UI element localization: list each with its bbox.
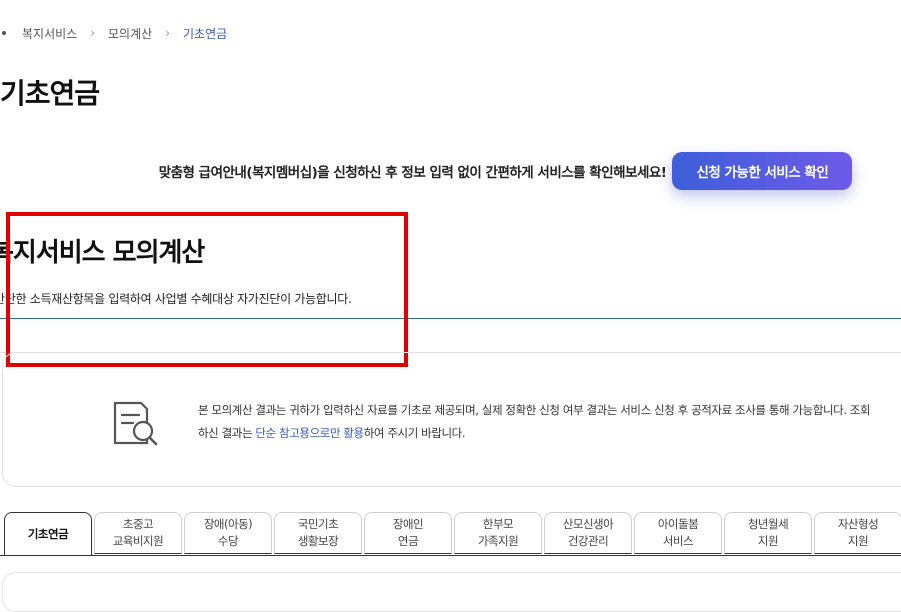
tab-sublabel: 연금 — [397, 534, 419, 548]
tabs-baseline — [0, 555, 901, 556]
membership-banner: 맞춤형 급여안내(복지멤버십)을 신청하신 후 정보 입력 없이 간편하게 서비… — [0, 150, 901, 192]
notice-line-2-suffix: 하여 주시기 바랍니다. — [363, 426, 466, 440]
service-tabs: 기초연금 초중고 교육비지원 장애(아동) 수당 국민기초 생활보장 장애인 연… — [4, 512, 901, 556]
breadcrumb-item-simulation[interactable]: 모의계산 — [108, 25, 152, 42]
tab-disability-pension[interactable]: 장애인 연금 — [364, 512, 452, 554]
tab-label: 국민기초 — [297, 517, 339, 531]
tab-youth-rent[interactable]: 청년월세 지원 — [724, 512, 812, 554]
check-available-services-button[interactable]: 신청 가능한 서비스 확인 — [672, 152, 853, 190]
notice-line-2-prefix: 하신 결과는 — [198, 426, 256, 440]
breadcrumb-separator-icon: › — [165, 26, 170, 40]
breadcrumb: 복지서비스 › 모의계산 › 기초연금 — [0, 24, 227, 42]
notice-line-1: 본 모의계산 결과는 귀하가 입력하신 자료를 기초로 제공되며, 실제 정확한… — [198, 403, 871, 417]
notice-line-2: 하신 결과는 단순 참고용으로만 활용하여 주시기 바랍니다. — [198, 422, 888, 445]
tab-label: 장애인 — [392, 517, 424, 531]
breadcrumb-separator-icon: › — [90, 26, 96, 40]
tab-single-parent[interactable]: 한부모 가족지원 — [454, 512, 542, 554]
tab-label: 자산형성 — [837, 517, 879, 531]
breadcrumb-item-current[interactable]: 기초연금 — [183, 25, 227, 42]
tab-sublabel: 지원 — [847, 534, 869, 548]
tab-sublabel: 서비스 — [662, 534, 694, 548]
tab-sublabel: 교육비지원 — [112, 534, 164, 548]
page-title: 기초연금 — [0, 77, 100, 110]
tab-label: 한부모 — [482, 517, 514, 531]
tab-label: 장애(아동) — [203, 517, 253, 531]
document-search-icon — [113, 401, 158, 446]
tab-sublabel: 가족지원 — [477, 534, 519, 548]
tab-maternal-newborn[interactable]: 산모신생아 건강관리 — [544, 512, 632, 554]
tab-sublabel: 건강관리 — [567, 534, 609, 548]
tab-label: 아이돌봄 — [657, 517, 699, 531]
tab-childcare[interactable]: 아이돌봄 서비스 — [634, 512, 722, 554]
tab-label: 산모신생아 — [562, 517, 614, 531]
tab-basic-pension[interactable]: 기초연금 — [4, 512, 92, 556]
tab-sublabel: 수당 — [217, 534, 239, 548]
breadcrumb-item-welfare[interactable]: 복지서비스 — [22, 25, 77, 42]
highlight-annotation-box — [6, 212, 408, 367]
tab-disability-child-allowance[interactable]: 장애(아동) 수당 — [184, 512, 272, 554]
notice-highlight: 단순 참고용으로만 활용 — [255, 426, 364, 440]
membership-message: 맞춤형 급여안내(복지멤버십)을 신청하신 후 정보 입력 없이 간편하게 서비… — [158, 165, 667, 181]
tab-label: 기초연금 — [27, 526, 69, 541]
tab-sublabel: 지원 — [757, 534, 779, 548]
notice-box: 본 모의계산 결과는 귀하가 입력하신 자료를 기초로 제공되며, 실제 정확한… — [2, 352, 901, 487]
form-card — [2, 572, 901, 612]
notice-text: 본 모의계산 결과는 귀하가 입력하신 자료를 기초로 제공되며, 실제 정확한… — [198, 399, 888, 445]
tab-label: 청년월세 — [747, 517, 789, 531]
tab-sublabel: 생활보장 — [297, 534, 339, 548]
tab-basic-livelihood[interactable]: 국민기초 생활보장 — [274, 512, 362, 554]
home-dot-icon[interactable] — [2, 31, 6, 35]
tab-label: 초중고 — [122, 517, 154, 531]
tab-asset-building[interactable]: 자산형성 지원 — [814, 512, 901, 554]
tab-education-support[interactable]: 초중고 교육비지원 — [94, 512, 182, 554]
